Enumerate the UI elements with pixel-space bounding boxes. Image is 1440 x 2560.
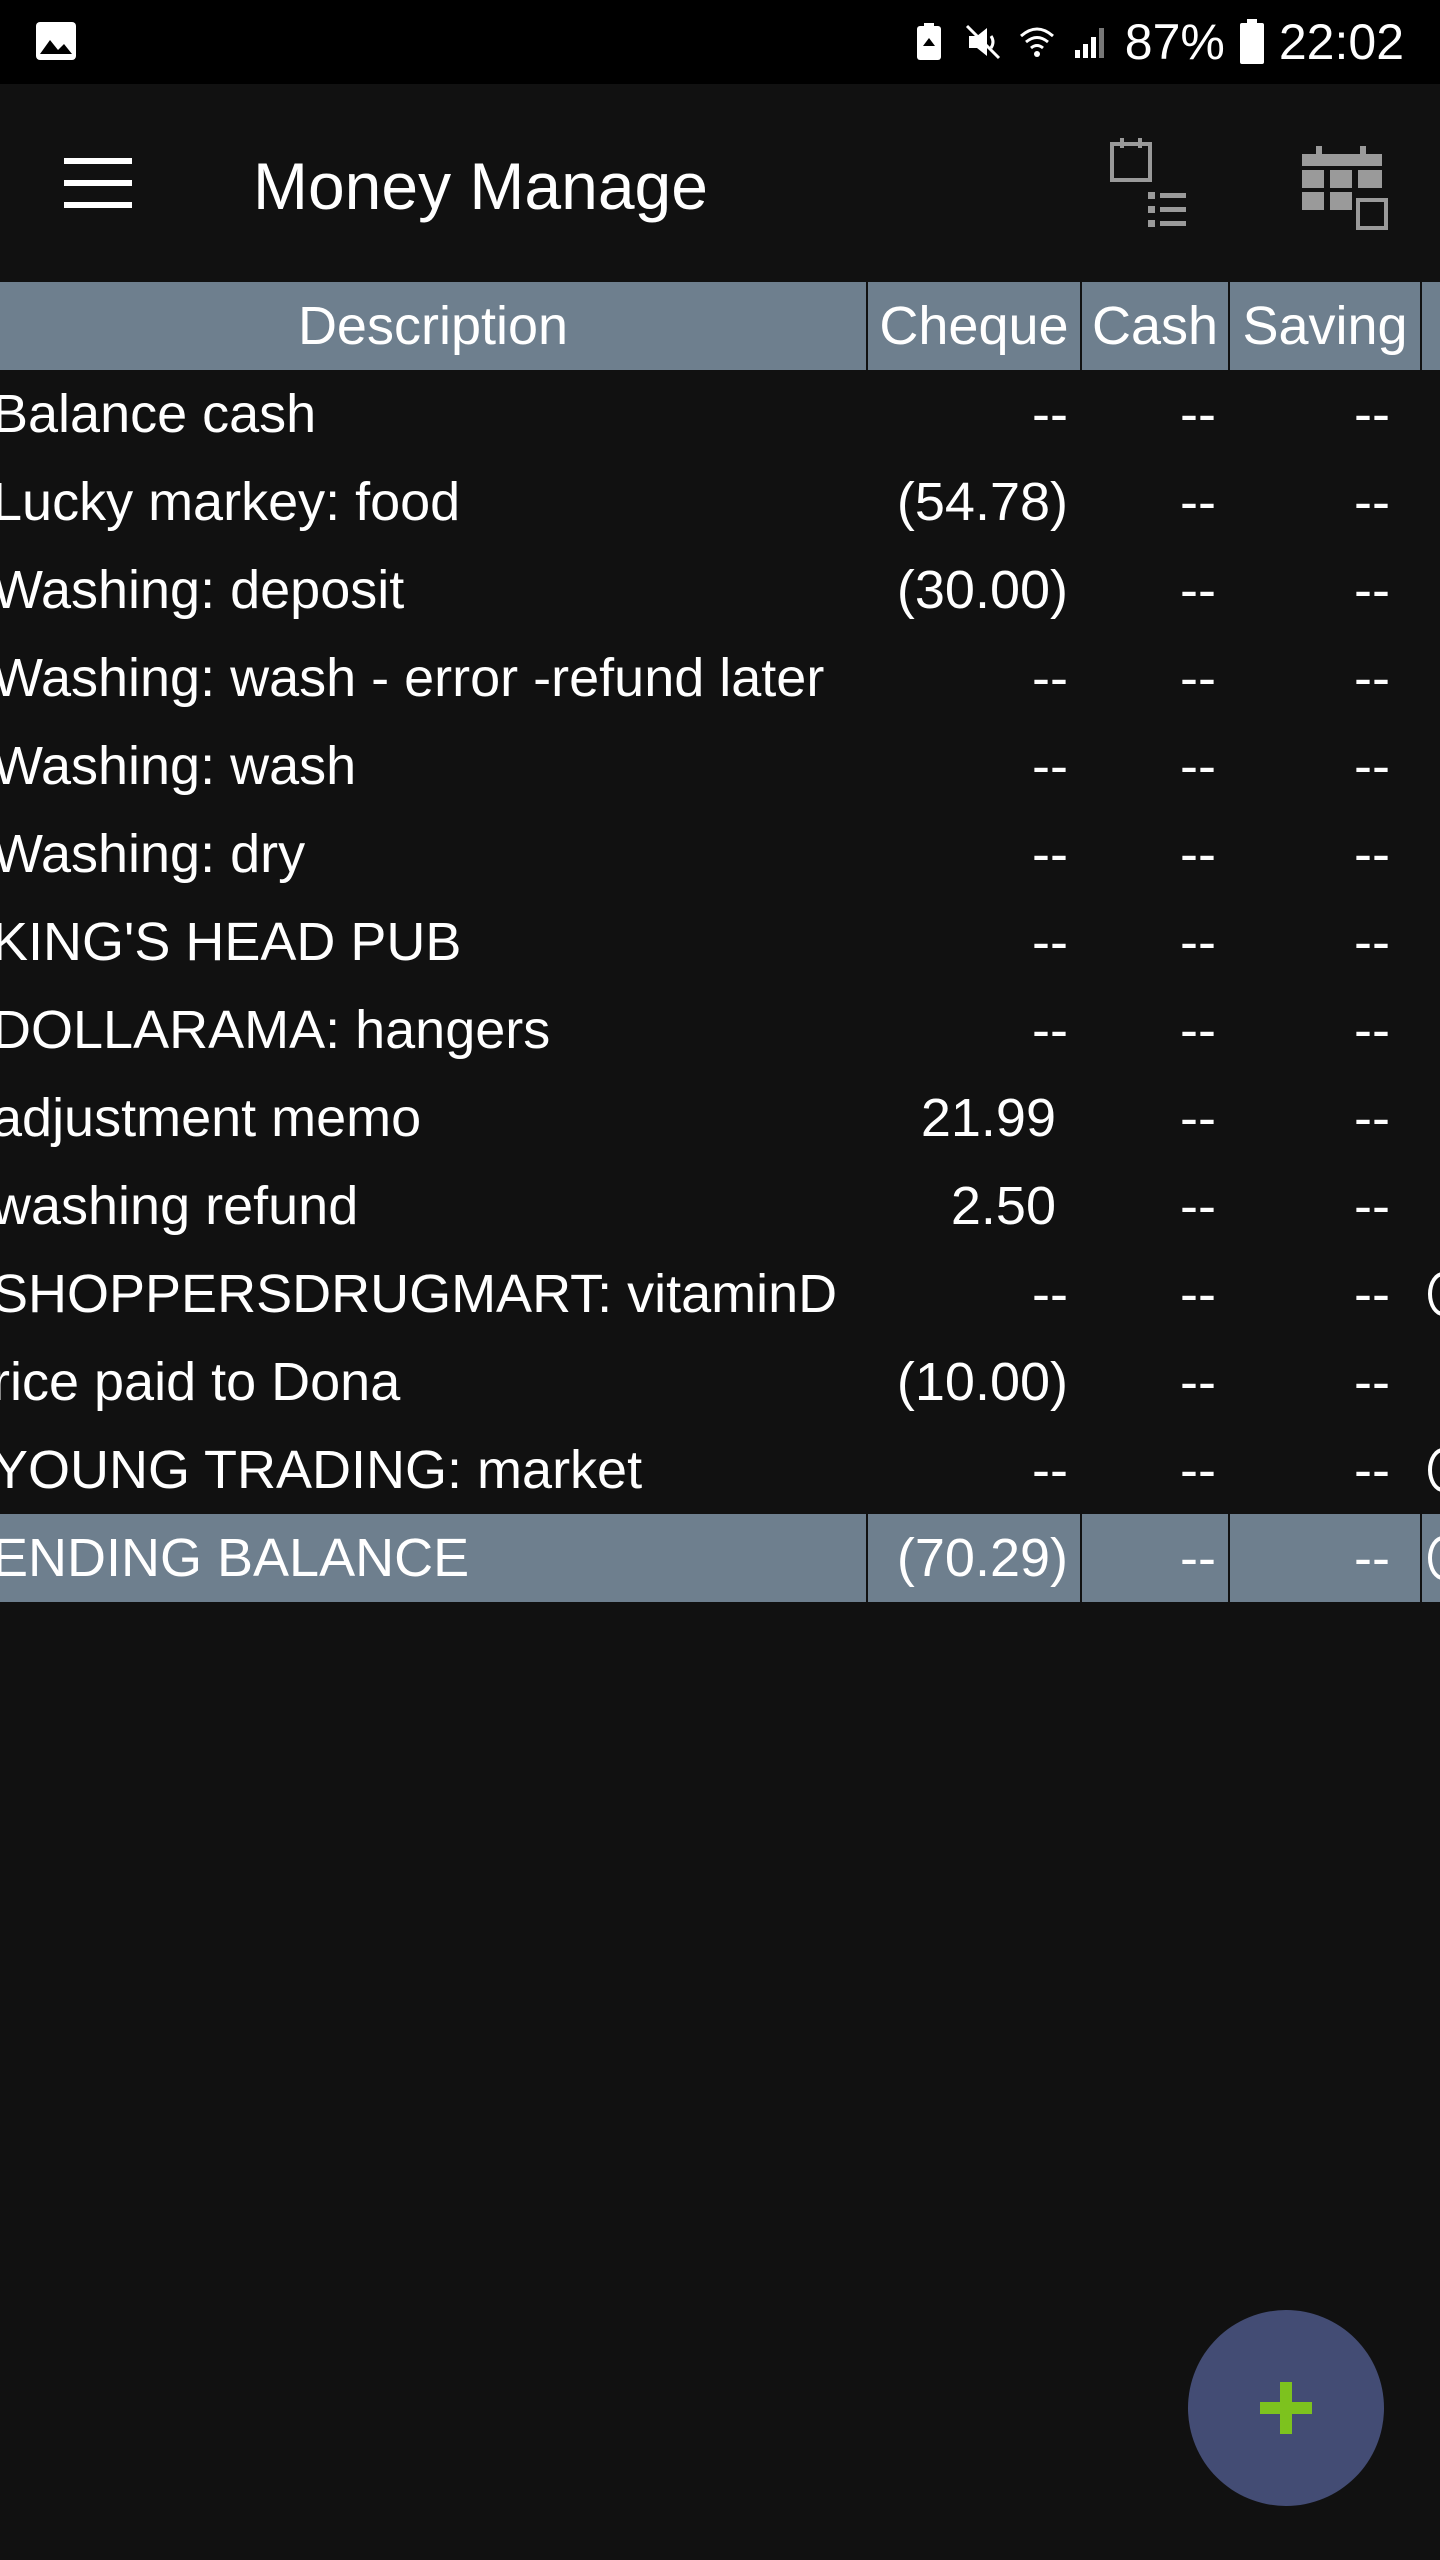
table-header-row: Description Cheque Cash Saving	[0, 282, 1440, 370]
row-saving: --	[1354, 1088, 1390, 1148]
row-description: Washing: wash - error -refund later	[0, 648, 825, 708]
ending-balance-saving: --	[1354, 1528, 1390, 1588]
row-description: YOUNG TRADING: market	[0, 1440, 643, 1500]
row-cheque: --	[1032, 1440, 1068, 1500]
row-cheque: --	[1032, 384, 1068, 444]
row-cash: --	[1180, 1440, 1216, 1500]
row-description: Washing: wash	[0, 736, 357, 796]
row-cash: --	[1180, 736, 1216, 796]
row-saving: --	[1354, 1440, 1390, 1500]
row-cheque: --	[1032, 648, 1068, 708]
ending-balance-cash: --	[1180, 1528, 1216, 1588]
row-description: Lucky markey: food	[0, 472, 461, 532]
table-row[interactable]: Washing: wash -- -- --	[0, 722, 1440, 810]
table-row[interactable]: Washing: dry -- -- --	[0, 810, 1440, 898]
clipped-column-indicator	[1428, 1448, 1440, 1492]
row-cash: --	[1180, 1264, 1216, 1324]
mute-icon	[965, 24, 1000, 60]
row-description: rice paid to Dona	[0, 1352, 401, 1412]
row-cash: --	[1180, 1000, 1216, 1060]
table-row[interactable]: Lucky markey: food (54.78) -- --	[0, 458, 1440, 546]
column-header-cheque[interactable]: Cheque	[868, 282, 1080, 370]
row-cheque: (10.00)	[896, 1352, 1068, 1412]
row-saving: --	[1354, 912, 1390, 972]
list-view-icon[interactable]	[1108, 136, 1188, 232]
column-divider	[1420, 282, 1422, 370]
row-saving: --	[1354, 472, 1390, 532]
column-header-cash[interactable]: Cash	[1082, 282, 1228, 370]
ending-balance-row: ENDING BALANCE (70.29) -- --	[0, 1514, 1440, 1602]
transactions-table: Description Cheque Cash Saving Balance c…	[0, 282, 1440, 1602]
plus-icon	[1260, 2382, 1312, 2434]
row-cash: --	[1180, 1176, 1216, 1236]
app-title: Money Manage	[253, 149, 708, 223]
row-cash: --	[1180, 560, 1216, 620]
table-row[interactable]: YOUNG TRADING: market -- -- --	[0, 1426, 1440, 1514]
row-saving: --	[1354, 824, 1390, 884]
menu-icon[interactable]	[64, 156, 132, 210]
clipped-column-indicator	[1428, 1536, 1440, 1580]
table-row[interactable]: Balance cash -- -- --	[0, 370, 1440, 458]
status-bar: 87% 22:02	[0, 0, 1440, 84]
row-cheque: --	[1032, 736, 1068, 796]
row-saving: --	[1354, 560, 1390, 620]
row-description: SHOPPERSDRUGMART: vitaminD	[0, 1264, 838, 1324]
row-description: Balance cash	[0, 384, 317, 444]
signal-icon	[1074, 28, 1104, 58]
row-saving: --	[1354, 1352, 1390, 1412]
table-row[interactable]: rice paid to Dona (10.00) -- --	[0, 1338, 1440, 1426]
row-saving: --	[1354, 736, 1390, 796]
ending-balance-cheque: (70.29)	[896, 1528, 1068, 1588]
table-row[interactable]: Washing: wash - error -refund later -- -- -…	[0, 634, 1440, 722]
calendar-icon[interactable]	[1300, 144, 1390, 232]
row-description: DOLLARAMA: hangers	[0, 1000, 551, 1060]
row-cheque: --	[1032, 1000, 1068, 1060]
table-row[interactable]: KING'S HEAD PUB -- -- --	[0, 898, 1440, 986]
wifi-icon	[1019, 27, 1054, 57]
row-description: adjustment memo	[0, 1088, 422, 1148]
row-cheque: --	[1032, 912, 1068, 972]
row-saving: --	[1354, 1000, 1390, 1060]
row-cash: --	[1180, 384, 1216, 444]
table-row[interactable]: washing refund 2.50 -- --	[0, 1162, 1440, 1250]
app-bar: Money Manage	[0, 84, 1440, 282]
battery-saver-icon	[916, 23, 941, 60]
add-transaction-button[interactable]	[1188, 2310, 1384, 2506]
status-icons: 87% 22:02	[909, 0, 1404, 84]
battery-icon	[1239, 19, 1264, 64]
row-saving: --	[1354, 648, 1390, 708]
table-row[interactable]: SHOPPERSDRUGMART: vitaminD -- -- --	[0, 1250, 1440, 1338]
clipped-column-indicator	[1428, 1272, 1440, 1316]
row-cheque: (54.78)	[896, 472, 1068, 532]
row-cheque: 21.99	[920, 1088, 1056, 1148]
column-header-saving[interactable]: Saving	[1230, 282, 1420, 370]
column-divider	[1420, 1514, 1422, 1602]
row-description: Washing: deposit	[0, 560, 405, 620]
row-description: Washing: dry	[0, 824, 306, 884]
row-saving: --	[1354, 384, 1390, 444]
row-cheque: --	[1032, 1264, 1068, 1324]
row-cash: --	[1180, 824, 1216, 884]
table-row[interactable]: DOLLARAMA: hangers -- -- --	[0, 986, 1440, 1074]
row-description: KING'S HEAD PUB	[0, 912, 462, 972]
row-description: washing refund	[0, 1176, 359, 1236]
row-saving: --	[1354, 1264, 1390, 1324]
row-cash: --	[1180, 912, 1216, 972]
ending-balance-label: ENDING BALANCE	[0, 1528, 470, 1588]
row-cheque: (30.00)	[896, 560, 1068, 620]
table-body: Balance cash -- -- -- Lucky markey: food (54.…	[0, 370, 1440, 1514]
row-cash: --	[1180, 472, 1216, 532]
row-cheque: 2.50	[950, 1176, 1056, 1236]
clock: 22:02	[1278, 14, 1404, 70]
row-cash: --	[1180, 648, 1216, 708]
row-saving: --	[1354, 1176, 1390, 1236]
row-cash: --	[1180, 1352, 1216, 1412]
battery-percent: 87%	[1124, 14, 1225, 70]
table-row[interactable]: adjustment memo 21.99 -- --	[0, 1074, 1440, 1162]
gallery-icon	[36, 22, 76, 60]
table-row[interactable]: Washing: deposit (30.00) -- --	[0, 546, 1440, 634]
row-cash: --	[1180, 1088, 1216, 1148]
row-cheque: --	[1032, 824, 1068, 884]
column-header-description[interactable]: Description	[0, 282, 866, 370]
